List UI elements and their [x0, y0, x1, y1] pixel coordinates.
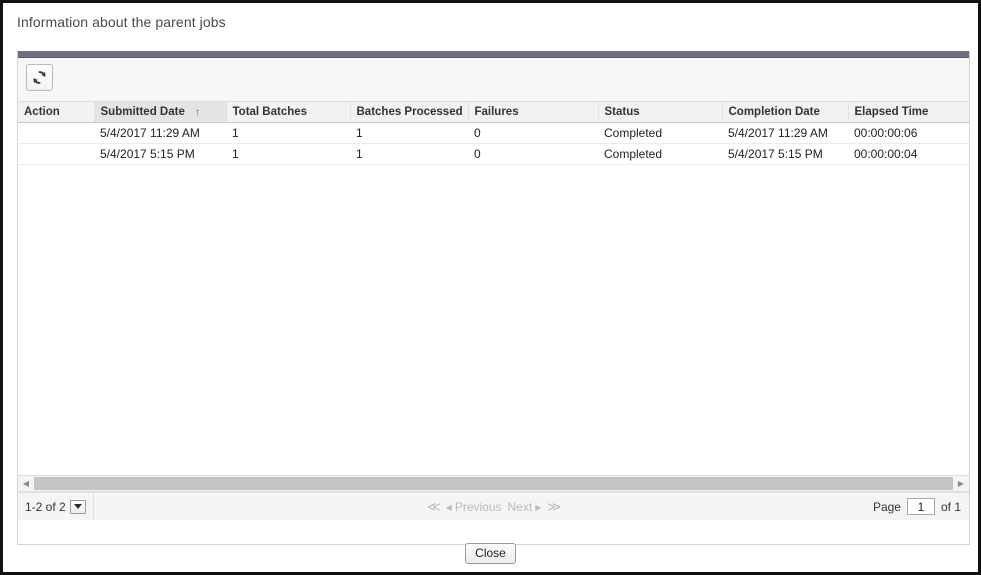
grid-toolbar [18, 58, 969, 102]
page-label: Page [872, 499, 901, 514]
cell-failures: 0 [468, 143, 598, 165]
page-number-input[interactable] [906, 498, 935, 515]
page-title: Information about the parent jobs [17, 14, 226, 30]
column-header-batches-processed[interactable]: Batches Processed [350, 102, 469, 123]
next-page-button[interactable]: Next ▸ [508, 500, 542, 514]
row-range-label: 1-2 of 2 [25, 499, 66, 514]
horizontal-scrollbar[interactable]: ◀ ▶ [18, 475, 969, 492]
previous-arrow-icon: ◂ [445, 499, 452, 514]
cell-action [18, 122, 94, 144]
previous-page-button[interactable]: ◂ Previous [446, 500, 502, 514]
column-header-failures-label: Failures [474, 105, 519, 118]
column-header-failures[interactable]: Failures [468, 102, 599, 123]
cell-processed: 1 [350, 122, 468, 144]
next-page-label: Next [507, 499, 533, 514]
column-header-submitted-date[interactable]: Submitted Date ↑ [94, 102, 227, 123]
first-page-button[interactable]: ≪ [427, 499, 441, 515]
cell-total: 1 [226, 122, 350, 144]
cell-completion: 5/4/2017 11:29 AM [722, 122, 848, 144]
cell-total: 1 [226, 143, 350, 165]
close-button[interactable]: Close [465, 543, 516, 564]
sort-ascending-icon: ↑ [194, 106, 200, 118]
column-header-elapsed-time-label: Elapsed Time [854, 105, 929, 118]
scroll-left-arrow-icon[interactable]: ◀ [18, 476, 34, 491]
column-header-status-label: Status [604, 105, 640, 118]
cell-elapsed: 00:00:00:06 [848, 122, 969, 144]
pagination-controls: ≪ ◂ Previous Next ▸ ≫ [18, 493, 969, 520]
grid-topbar [18, 51, 969, 58]
dialog-content: Information about the parent jobs Action… [3, 3, 978, 572]
grid-scroll-area: Action Submitted Date ↑ Total Batches Bat… [18, 102, 969, 475]
column-header-action[interactable]: Action [18, 102, 95, 123]
column-header-action-label: Action [24, 105, 60, 118]
table-row[interactable]: 5/4/2017 5:15 PM 1 1 0 Completed 5/4/201… [18, 143, 969, 165]
grid-footer: 1-2 of 2 ≪ ◂ Previous Next ▸ ≫ Page 1 of… [18, 492, 969, 520]
cell-processed: 1 [350, 143, 468, 165]
cell-status: Completed [598, 122, 722, 144]
table-row[interactable]: 5/4/2017 11:29 AM 1 1 0 Completed 5/4/20… [18, 122, 969, 144]
cell-action [18, 143, 94, 165]
scrollbar-thumb[interactable] [34, 477, 953, 490]
row-range-dropdown[interactable] [69, 499, 86, 514]
page-number-group: Page of 1 [873, 493, 961, 520]
cell-failures: 0 [468, 122, 598, 144]
jobs-grid-panel: Action Submitted Date ↑ Total Batches Bat… [17, 51, 970, 545]
cell-status: Completed [598, 143, 722, 165]
scroll-right-arrow-icon[interactable]: ▶ [953, 476, 969, 491]
chevron-down-icon [73, 504, 82, 509]
column-header-completion-date[interactable]: Completion Date [722, 102, 849, 123]
column-header-elapsed-time[interactable]: Elapsed Time [848, 102, 969, 123]
column-header-submitted-date-label: Submitted Date [100, 105, 185, 118]
column-header-completion-date-label: Completion Date [728, 105, 820, 118]
jobs-table: Action Submitted Date ↑ Total Batches Bat… [18, 102, 969, 165]
column-header-status[interactable]: Status [598, 102, 723, 123]
total-pages-label: of 1 [940, 499, 961, 514]
table-header-row: Action Submitted Date ↑ Total Batches Bat… [18, 102, 969, 123]
column-header-total-batches[interactable]: Total Batches [226, 102, 351, 123]
dialog-actions: Close [3, 543, 978, 564]
row-range-group: 1-2 of 2 [25, 493, 94, 520]
refresh-icon [32, 70, 47, 85]
previous-page-label: Previous [454, 499, 502, 514]
cell-submitted: 5/4/2017 11:29 AM [94, 122, 226, 144]
column-header-batches-processed-label: Batches Processed [356, 105, 463, 118]
cell-elapsed: 00:00:00:04 [848, 143, 969, 165]
dialog-window: Information about the parent jobs Action… [0, 0, 981, 575]
column-header-total-batches-label: Total Batches [232, 105, 308, 118]
next-arrow-icon: ▸ [535, 499, 542, 514]
refresh-button[interactable] [26, 64, 53, 91]
cell-completion: 5/4/2017 5:15 PM [722, 143, 848, 165]
cell-submitted: 5/4/2017 5:15 PM [94, 143, 226, 165]
last-page-button[interactable]: ≫ [547, 499, 561, 515]
